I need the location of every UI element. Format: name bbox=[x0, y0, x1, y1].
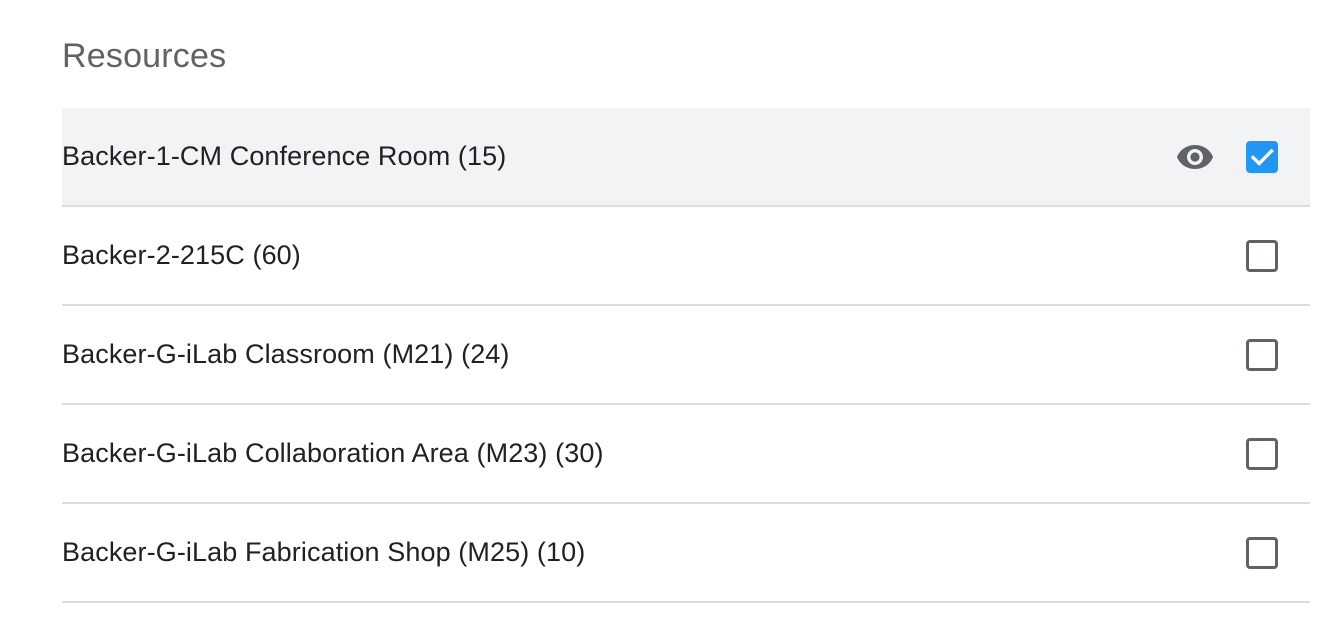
eye-icon[interactable] bbox=[1176, 144, 1214, 170]
resources-section-title: Resources bbox=[62, 37, 227, 75]
check-icon bbox=[1250, 148, 1274, 166]
resource-checkbox[interactable] bbox=[1246, 140, 1278, 173]
resource-checkbox[interactable] bbox=[1246, 437, 1278, 470]
resource-label: Backer-G-iLab Fabrication Shop (M25) (10… bbox=[62, 537, 586, 567]
resource-row[interactable]: Backer-1-CM Conference Room (15) bbox=[62, 108, 1310, 207]
resource-label: Backer-1-CM Conference Room (15) bbox=[62, 141, 507, 171]
resource-row[interactable]: Backer-2-215C (60) bbox=[62, 207, 1310, 306]
resource-row[interactable]: Backer-G-iLab Classroom (M21) (24) bbox=[62, 306, 1310, 405]
resource-row[interactable]: Backer-G-iLab Fabrication Shop (M25) (10… bbox=[62, 504, 1310, 603]
resource-list: Backer-1-CM Conference Room (15) Backer-… bbox=[62, 108, 1310, 603]
resource-label: Backer-G-iLab Collaboration Area (M23) (… bbox=[62, 438, 604, 468]
resource-row[interactable]: Backer-G-iLab Collaboration Area (M23) (… bbox=[62, 405, 1310, 504]
resource-label: Backer-2-215C (60) bbox=[62, 240, 301, 270]
resource-checkbox[interactable] bbox=[1246, 239, 1278, 272]
resource-checkbox[interactable] bbox=[1246, 536, 1278, 569]
resource-label: Backer-G-iLab Classroom (M21) (24) bbox=[62, 339, 510, 369]
resource-checkbox[interactable] bbox=[1246, 338, 1278, 371]
